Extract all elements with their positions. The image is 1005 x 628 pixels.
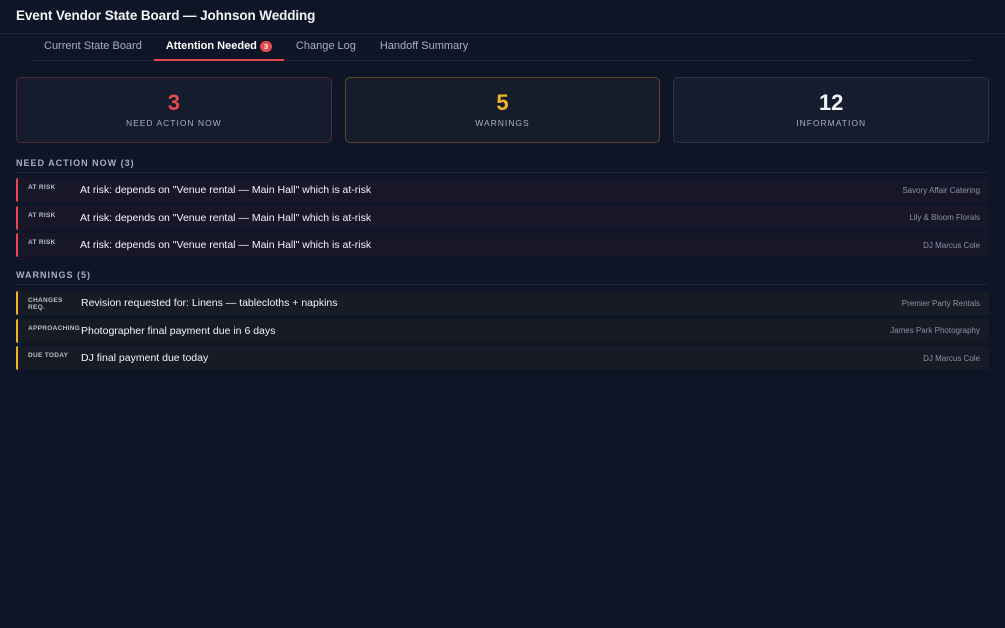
alert-message: At risk: depends on "Venue rental — Main… (80, 239, 372, 251)
tab-label: Handoff Summary (379, 40, 469, 52)
need-action-list: AT RISK At risk: depends on "Venue renta… (16, 178, 989, 261)
vendor-name: James Park Photography (890, 326, 980, 335)
app-header: Event Vendor State Board — Johnson Weddi… (0, 0, 1005, 34)
status-tag: DUE TODAY (28, 352, 69, 359)
tab-label: Attention Needed (165, 40, 257, 52)
stat-label: INFORMATION (796, 118, 867, 128)
tab-label: Current State Board (44, 40, 142, 52)
vendor-name: Premier Party Rentals (901, 298, 980, 308)
alert-message: Photographer final payment due in 6 days (81, 324, 276, 337)
status-tag: CHANGES REQ. (28, 297, 63, 311)
stat-label: NEED ACTION NOW (125, 118, 222, 128)
stat-card-warnings: 5 WARNINGS (344, 77, 661, 143)
stat-value: 3 (167, 90, 180, 115)
tab-change-log[interactable]: Change Log (284, 34, 368, 61)
alert-row[interactable]: CHANGES REQ. Revision requested for: Lin… (16, 291, 989, 315)
section-heading-need-action: NEED ACTION NOW (3) (16, 158, 989, 173)
alert-row[interactable]: APPROACHING Photographer final payment d… (16, 318, 989, 343)
page-title: Event Vendor State Board — Johnson Weddi… (16, 8, 316, 23)
tab-label: Change Log (295, 40, 356, 52)
alert-row[interactable]: DUE TODAY DJ final payment due today DJ … (16, 346, 989, 370)
status-tag: AT RISK (28, 239, 56, 246)
alert-row[interactable]: AT RISK At risk: depends on "Venue renta… (16, 178, 989, 202)
warnings-list: CHANGES REQ. Revision requested for: Lin… (16, 291, 989, 374)
vendor-name: DJ Marcus Cole (923, 240, 980, 250)
stat-value: 5 (496, 90, 509, 115)
status-tag: AT RISK (28, 184, 56, 191)
tab-attention-needed[interactable]: Attention Needed 3 (153, 34, 284, 61)
tab-current-state-board[interactable]: Current State Board (32, 34, 154, 61)
stat-value: 12 (818, 90, 844, 115)
summary-stats: 3 NEED ACTION NOW 5 WARNINGS 12 INFORMAT… (16, 77, 990, 143)
stat-card-need-action: 3 NEED ACTION NOW (16, 77, 332, 143)
alert-message: Revision requested for: Linens — tablecl… (81, 297, 338, 309)
stat-card-information: 12 INFORMATION (673, 77, 990, 143)
alert-message: DJ final payment due today (81, 352, 209, 364)
section-heading-warnings: WARNINGS (5) (16, 270, 989, 285)
vendor-name: DJ Marcus Cole (923, 353, 980, 363)
alert-message: At risk: depends on "Venue rental — Main… (80, 184, 372, 196)
alert-message: At risk: depends on "Venue rental — Main… (80, 211, 372, 224)
count-badge: 3 (259, 41, 272, 52)
vendor-name: Savory Affair Catering (902, 185, 980, 195)
vendor-name: Lily & Bloom Florals (909, 213, 980, 222)
tab-bar: Current State Board Attention Needed 3 C… (32, 34, 973, 61)
status-tag: AT RISK (28, 211, 56, 219)
tab-handoff-summary[interactable]: Handoff Summary (368, 34, 480, 61)
status-tag: APPROACHING (28, 324, 81, 332)
alert-row[interactable]: AT RISK At risk: depends on "Venue renta… (16, 233, 989, 257)
alert-row[interactable]: AT RISK At risk: depends on "Venue renta… (16, 205, 989, 230)
stat-label: WARNINGS (475, 118, 530, 128)
